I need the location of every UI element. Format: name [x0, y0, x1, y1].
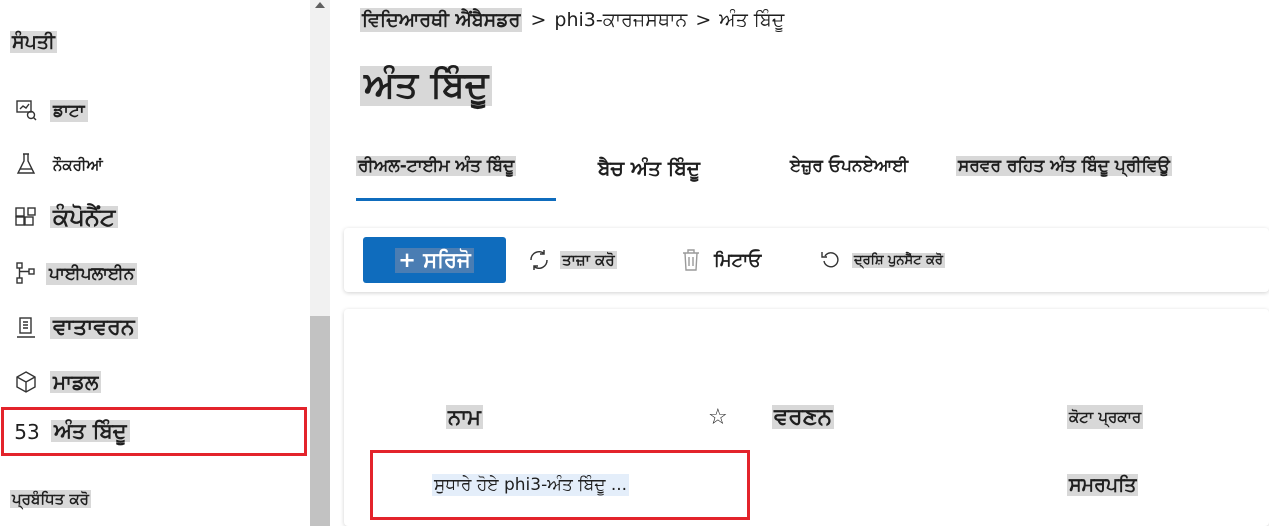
scroll-up-arrow-icon[interactable] [315, 2, 325, 8]
sidebar-item-jobs[interactable]: ਨੌਕਰੀਆਂ [0, 142, 310, 186]
endpoints-table: ਨਾਮ ☆ ਵਰਣਨ ਕੋਟਾ ਪ੍ਰਕਾਰ ਸੁਧਾਰੇ ਹੋਏ phi3-ਅ… [344, 309, 1269, 526]
breadcrumb: ਵਿਦਿਆਰਥੀ ਐਂਬੈਸਡਰ > phi3-ਕਾਰਜਸਥਾਨ > ਅੰਤ ਬ… [360, 8, 784, 32]
refresh-icon [526, 247, 552, 273]
column-header-quota-type[interactable]: ਕੋਟਾ ਪ੍ਰਕਾਰ [1067, 405, 1144, 429]
column-header-description[interactable]: ਵਰਣਨ [772, 405, 835, 429]
sidebar-item-label: ਕੰਪੋਨੈਂਟ [50, 205, 119, 229]
sidebar-scrollbar[interactable] [310, 0, 330, 526]
breadcrumb-workspace[interactable]: phi3-ਕਾਰਜਸਥਾਨ [554, 8, 687, 32]
tab-realtime-endpoints[interactable]: ਰੀਅਲ-ਟਾਈਮ ਅੰਤ ਬਿੰਦੂ [356, 146, 556, 201]
tab-label: ਏਜ਼ੁਰ ਓਪਨਏਆਈ [790, 156, 909, 176]
reset-view-button[interactable]: ਦ੍ਰਸ਼ਿ ਪੁਨਸੈੱਟ ਕਰੋ [818, 246, 945, 274]
sidebar-item-endpoints[interactable]: 53 ਅੰਤ ਬਿੰਦੂ [1, 407, 307, 456]
data-icon [13, 97, 39, 123]
create-button[interactable]: + ਸਰਿਜੋ [363, 237, 506, 283]
sidebar-item-components[interactable]: ਕੰਪੋਨੈਂਟ [0, 196, 310, 240]
command-bar: + ਸਰਿਜੋ ਤਾਜ਼ਾ ਕਰੋ ਮਿਟਾਓ ਦ੍ਰਸ਼ਿ ਪੁਨਸੈੱਟ ਕ… [344, 228, 1269, 292]
delete-button[interactable]: ਮਿਟਾਓ [678, 246, 763, 274]
tab-label: ਰੀਅਲ-ਟਾਈਮ ਅੰਤ ਬਿੰਦੂ [356, 156, 517, 176]
page-title: ਅੰਤ ਬਿੰਦੂ [360, 66, 493, 106]
sidebar-item-environment[interactable]: ਵਾਤਾਵਰਨ [0, 306, 310, 350]
create-button-label: + ਸਰਿਜੋ [395, 247, 474, 273]
endpoint-name-link[interactable]: ਸੁਧਾਰੇ ਹੋਏ phi3-ਅੰਤ ਬਿੰਦੂ ... [432, 474, 630, 496]
star-icon[interactable]: ☆ [708, 405, 728, 430]
endpoints-icon: 53 [14, 419, 40, 444]
breadcrumb-separator: > [695, 9, 712, 31]
tab-batch-endpoints[interactable]: ਬੈਚ ਅੰਤ ਬਿੰਦੂ [596, 146, 702, 201]
cube-icon [13, 369, 39, 395]
sidebar-section-header: ਸੰਪਤੀ [10, 31, 57, 53]
endpoint-quota-type: ਸਮਰਪਤਿ [1067, 474, 1139, 496]
breadcrumb-workspace-parent[interactable]: ਵਿਦਿਆਰਥੀ ਐਂਬੈਸਡਰ [360, 8, 523, 32]
sidebar-item-label: ਡਾਟਾ [50, 100, 88, 122]
refresh-button[interactable]: ਤਾਜ਼ਾ ਕਰੋ [526, 246, 617, 274]
sidebar-item-label: ਪਾਈਪਲਾਈਨ [46, 263, 138, 285]
column-header-name[interactable]: ਨਾਮ [446, 405, 483, 429]
tab-label: ਸਰਵਰ ਰਹਿਤ ਅੰਤ ਬਿੰਦੂ ਪ੍ਰੀਵਿਊ [956, 156, 1172, 176]
components-icon [13, 205, 39, 231]
sidebar-item-pipeline[interactable]: ਪਾਈਪਲਾਈਨ [0, 251, 310, 295]
left-sidebar: ਸੰਪਤੀ ਡਾਟਾ ਨੌਕਰੀਆਂ ਕੰਪੋਨੈਂਟ ਪਾਈਪਲਾਈਨ ਵਾਤ… [0, 0, 310, 526]
tab-label: ਬੈਚ ਅੰਤ ਬਿੰਦੂ [598, 156, 701, 180]
sidebar-item-label: ਅੰਤ ਬਿੰਦੂ [51, 420, 130, 442]
refresh-label: ਤਾਜ਼ਾ ਕਰੋ [560, 251, 617, 269]
reset-icon [818, 247, 844, 273]
scrollbar-thumb[interactable] [310, 316, 330, 526]
breadcrumb-separator: > [530, 9, 547, 31]
tab-azure-openai[interactable]: ਏਜ਼ੁਰ ਓਪਨਏਆਈ [788, 146, 910, 201]
environment-icon [13, 315, 39, 341]
sidebar-item-label: ਨੌਕਰੀਆਂ [53, 156, 103, 174]
sidebar-section-manage: ਪ੍ਰਬੰਧਿਤ ਕਰੋ [10, 490, 91, 508]
reset-view-label: ਦ੍ਰਸ਼ਿ ਪੁਨਸੈੱਟ ਕਰੋ [852, 252, 945, 268]
sidebar-item-data[interactable]: ਡਾਟਾ [0, 88, 310, 132]
breadcrumb-current: ਅੰਤ ਬਿੰਦੂ [719, 9, 785, 31]
sidebar-item-label: ਵਾਤਾਵਰਨ [50, 317, 138, 339]
trash-icon [678, 247, 704, 273]
delete-label: ਮਿਟਾਓ [714, 249, 762, 271]
sidebar-item-label: ਮਾਡਲ [50, 371, 102, 393]
endpoint-tabs: ਰੀਅਲ-ਟਾਈਮ ਅੰਤ ਬਿੰਦੂ ਬੈਚ ਅੰਤ ਬਿੰਦੂ ਏਜ਼ੁਰ … [356, 146, 1269, 201]
pipeline-icon [13, 260, 39, 286]
flask-icon [13, 151, 39, 177]
tab-serverless-endpoints-preview[interactable]: ਸਰਵਰ ਰਹਿਤ ਅੰਤ ਬਿੰਦੂ ਪ੍ਰੀਵਿਊ [956, 146, 1172, 201]
sidebar-item-models[interactable]: ਮਾਡਲ [0, 360, 310, 404]
main-content: ਵਿਦਿਆਰਥੀ ਐਂਬੈਸਡਰ > phi3-ਕਾਰਜਸਥਾਨ > ਅੰਤ ਬ… [330, 0, 1269, 526]
